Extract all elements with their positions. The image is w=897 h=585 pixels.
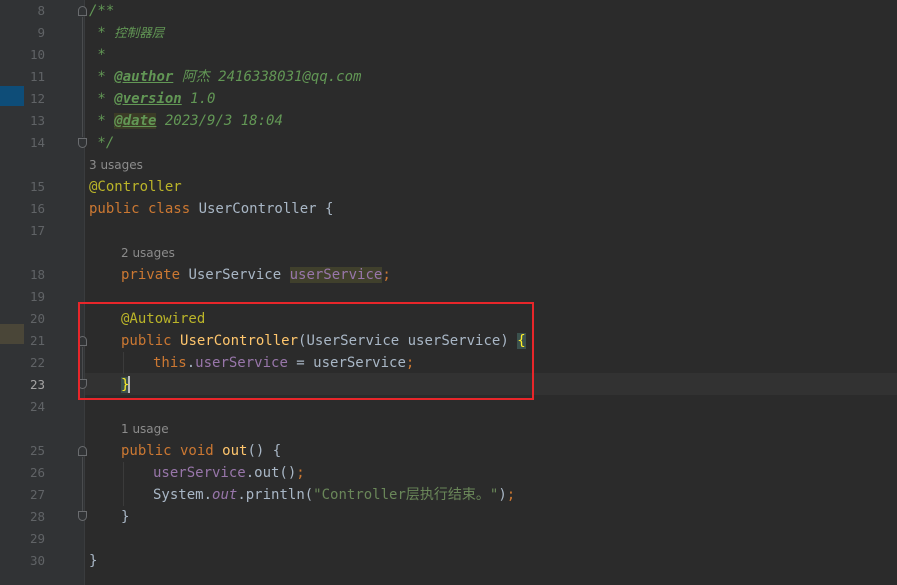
line-number[interactable]: 20	[24, 308, 45, 330]
fold-toggle-icon[interactable]	[78, 511, 87, 521]
indent-guide	[123, 462, 124, 506]
doc-comment: *	[89, 113, 115, 129]
doc-comment: *	[89, 47, 106, 63]
line-number[interactable]: 16	[24, 198, 45, 220]
code-line-13[interactable]: * @date 2023/9/3 18:04	[89, 110, 283, 132]
line-number[interactable]: 8	[24, 0, 45, 22]
strip-highlight-marker-secondary	[0, 324, 24, 344]
type-name: UserService	[188, 267, 290, 283]
line-number[interactable]: 11	[24, 66, 45, 88]
code-line-14[interactable]: */	[89, 132, 114, 154]
doc-comment-text: 1.0	[181, 91, 216, 107]
line-number-current[interactable]: 23	[24, 374, 45, 396]
code-line-26[interactable]: userService.out();	[153, 462, 305, 484]
line-number[interactable]: 10	[24, 44, 45, 66]
code-line-28[interactable]: }	[121, 506, 129, 528]
doc-comment: */	[89, 135, 115, 151]
doc-comment: *	[89, 91, 115, 107]
brace: {	[272, 443, 282, 459]
keyword: public class	[89, 201, 199, 217]
usage-hint-field[interactable]: 2 usages	[121, 242, 175, 264]
doc-comment: /**	[89, 3, 115, 19]
code-line-18[interactable]: private UserService userService;	[121, 264, 391, 286]
method-call: .println(	[237, 487, 314, 503]
doc-comment-text: 2023/9/3 18:04	[156, 113, 283, 129]
usage-hint-class[interactable]: 3 usages	[89, 154, 143, 176]
class-name: UserController	[198, 201, 326, 217]
field-name: userService	[153, 465, 246, 481]
line-number[interactable]: 22	[24, 352, 45, 374]
line-number[interactable]: 12	[24, 88, 45, 110]
line-number[interactable]: 30	[24, 550, 45, 572]
code-line-27[interactable]: System.out.println("Controller层执行结束。");	[153, 484, 515, 506]
left-tool-strip	[0, 0, 24, 585]
code-line-30[interactable]: }	[89, 550, 97, 572]
parens: ()	[247, 443, 273, 459]
semicolon: ;	[506, 487, 516, 503]
paren: )	[498, 487, 507, 503]
fold-range-line	[82, 457, 83, 511]
code-line-11[interactable]: * @author 阿杰 2416338031@qq.com	[89, 66, 361, 88]
method-name: out	[222, 443, 248, 459]
line-number[interactable]: 9	[24, 22, 45, 44]
line-number[interactable]: 29	[24, 528, 45, 550]
javadoc-author-tag: @author	[114, 69, 174, 85]
field-name: userService	[289, 267, 383, 283]
method-call: .out()	[245, 465, 297, 481]
line-number[interactable]: 26	[24, 462, 45, 484]
keyword: private	[121, 267, 189, 283]
fold-gutter[interactable]	[76, 0, 85, 585]
doc-comment: *	[89, 25, 115, 41]
doc-comment-text: 控制器层	[114, 25, 165, 40]
line-number[interactable]: 17	[24, 220, 45, 242]
strip-highlight-marker	[0, 86, 24, 106]
line-number[interactable]: 18	[24, 264, 45, 286]
javadoc-version-tag: @version	[114, 91, 182, 107]
doc-comment: *	[89, 69, 115, 85]
code-line-12[interactable]: * @version 1.0	[89, 88, 215, 110]
line-number[interactable]: 19	[24, 286, 45, 308]
usage-hint-method[interactable]: 1 usage	[121, 418, 169, 440]
fold-toggle-icon[interactable]	[78, 6, 87, 16]
brace: }	[89, 553, 98, 569]
highlight-annotation-box	[78, 302, 534, 400]
doc-comment-text: 阿杰 2416338031@qq.com	[173, 69, 362, 85]
semicolon: ;	[382, 267, 391, 283]
system-class: System.	[153, 487, 213, 503]
line-number[interactable]: 14	[24, 132, 45, 154]
code-line-10[interactable]: *	[89, 44, 106, 66]
string-literal: "Controller层执行结束。"	[313, 487, 499, 503]
semicolon: ;	[296, 465, 305, 481]
fold-toggle-icon[interactable]	[78, 446, 87, 456]
static-field: out	[212, 487, 238, 503]
code-line-16[interactable]: public class UserController {	[89, 198, 333, 220]
brace: }	[121, 509, 130, 525]
line-number[interactable]: 27	[24, 484, 45, 506]
code-line-25[interactable]: public void out() {	[121, 440, 281, 462]
line-number[interactable]: 25	[24, 440, 45, 462]
code-line-15[interactable]: @Controller	[89, 176, 182, 198]
fold-toggle-icon[interactable]	[78, 138, 87, 148]
line-number[interactable]: 15	[24, 176, 45, 198]
code-line-9[interactable]: * 控制器层	[89, 22, 164, 44]
javadoc-date-tag: @date	[114, 113, 157, 129]
brace: {	[325, 201, 334, 217]
fold-range-line	[82, 17, 83, 137]
annotation: @Controller	[89, 179, 182, 195]
line-number[interactable]: 13	[24, 110, 45, 132]
keyword: public void	[121, 443, 223, 459]
line-number[interactable]: 28	[24, 506, 45, 528]
line-number[interactable]: 24	[24, 396, 45, 418]
code-line-8[interactable]: /**	[89, 0, 114, 22]
line-number[interactable]: 21	[24, 330, 45, 352]
